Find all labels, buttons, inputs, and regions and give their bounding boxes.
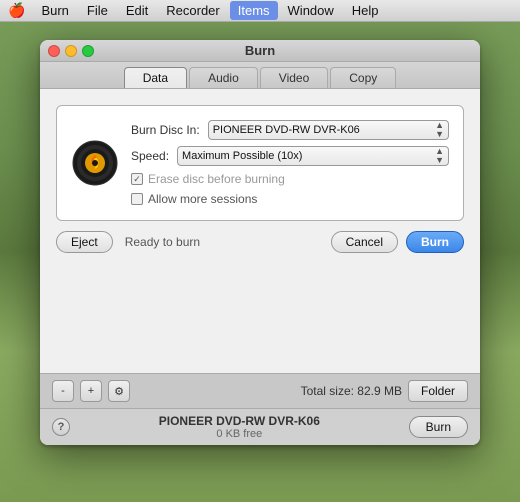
burn-window: Burn Data Audio Video Copy bbox=[40, 40, 480, 445]
menu-file[interactable]: File bbox=[79, 1, 116, 20]
menu-items[interactable]: Items bbox=[230, 1, 278, 20]
drive-field-row: Burn Disc In: PIONEER DVD-RW DVR-K06 ▲ ▼ bbox=[131, 120, 449, 140]
drive-select-arrow: ▲ ▼ bbox=[435, 121, 444, 139]
drive-select-value: PIONEER DVD-RW DVR-K06 bbox=[213, 124, 360, 136]
speed-select-arrow: ▲ ▼ bbox=[435, 147, 444, 165]
drive-info: PIONEER DVD-RW DVR-K06 0 KB free bbox=[80, 414, 399, 440]
titlebar: Burn bbox=[40, 40, 480, 62]
burn-panel: Burn Disc In: PIONEER DVD-RW DVR-K06 ▲ ▼… bbox=[56, 105, 464, 221]
sessions-row: Allow more sessions bbox=[131, 192, 449, 206]
close-button[interactable] bbox=[48, 45, 60, 57]
status-burn-button[interactable]: Burn bbox=[409, 416, 468, 438]
menu-edit[interactable]: Edit bbox=[118, 1, 156, 20]
action-bar: Eject Ready to burn Cancel Burn bbox=[56, 221, 464, 257]
burn-button[interactable]: Burn bbox=[406, 231, 464, 253]
eject-button[interactable]: Eject bbox=[56, 231, 113, 253]
tab-bar: Data Audio Video Copy bbox=[40, 62, 480, 89]
menubar: 🍎 Burn File Edit Recorder Items Window H… bbox=[0, 0, 520, 22]
burn-disc-label: Burn Disc In: bbox=[131, 123, 200, 137]
tab-data[interactable]: Data bbox=[124, 67, 187, 88]
window-title: Burn bbox=[245, 43, 275, 58]
menu-window[interactable]: Window bbox=[280, 1, 342, 20]
erase-row: Erase disc before burning bbox=[131, 172, 449, 186]
burn-header: Burn Disc In: PIONEER DVD-RW DVR-K06 ▲ ▼… bbox=[71, 120, 449, 206]
disc-icon bbox=[71, 139, 119, 187]
status-bar: ? PIONEER DVD-RW DVR-K06 0 KB free Burn bbox=[40, 408, 480, 445]
minimize-button[interactable] bbox=[65, 45, 77, 57]
speed-label: Speed: bbox=[131, 149, 169, 163]
sessions-label: Allow more sessions bbox=[148, 192, 257, 206]
menu-recorder[interactable]: Recorder bbox=[158, 1, 227, 20]
erase-checkbox[interactable] bbox=[131, 173, 143, 185]
drive-select[interactable]: PIONEER DVD-RW DVR-K06 ▲ ▼ bbox=[208, 120, 449, 140]
status-text: Ready to burn bbox=[121, 235, 323, 249]
total-size-label: Total size: 82.9 MB bbox=[301, 384, 402, 398]
add-button[interactable]: + bbox=[80, 380, 102, 402]
help-button[interactable]: ? bbox=[52, 418, 70, 436]
gear-button[interactable]: ⚙ bbox=[108, 380, 130, 402]
status-drive-name: PIONEER DVD-RW DVR-K06 bbox=[80, 414, 399, 428]
menu-help[interactable]: Help bbox=[344, 1, 387, 20]
cancel-button[interactable]: Cancel bbox=[331, 231, 398, 253]
remove-button[interactable]: - bbox=[52, 380, 74, 402]
status-drive-free: 0 KB free bbox=[80, 428, 399, 440]
speed-select[interactable]: Maximum Possible (10x) ▲ ▼ bbox=[177, 146, 449, 166]
dialog-content: Burn Disc In: PIONEER DVD-RW DVR-K06 ▲ ▼… bbox=[40, 89, 480, 273]
tab-audio[interactable]: Audio bbox=[189, 67, 258, 88]
traffic-lights bbox=[48, 45, 94, 57]
speed-field-row: Speed: Maximum Possible (10x) ▲ ▼ bbox=[131, 146, 449, 166]
maximize-button[interactable] bbox=[82, 45, 94, 57]
sessions-checkbox[interactable] bbox=[131, 193, 143, 205]
speed-select-value: Maximum Possible (10x) bbox=[182, 150, 302, 162]
settings-right: Burn Disc In: PIONEER DVD-RW DVR-K06 ▲ ▼… bbox=[131, 120, 449, 206]
toolbar: - + ⚙ Total size: 82.9 MB Folder bbox=[40, 373, 480, 408]
erase-label: Erase disc before burning bbox=[148, 172, 285, 186]
folder-button[interactable]: Folder bbox=[408, 380, 468, 402]
tab-copy[interactable]: Copy bbox=[330, 67, 396, 88]
apple-menu[interactable]: 🍎 bbox=[8, 2, 25, 19]
tab-video[interactable]: Video bbox=[260, 67, 328, 88]
content-area bbox=[40, 273, 480, 373]
menu-burn[interactable]: Burn bbox=[33, 1, 76, 20]
